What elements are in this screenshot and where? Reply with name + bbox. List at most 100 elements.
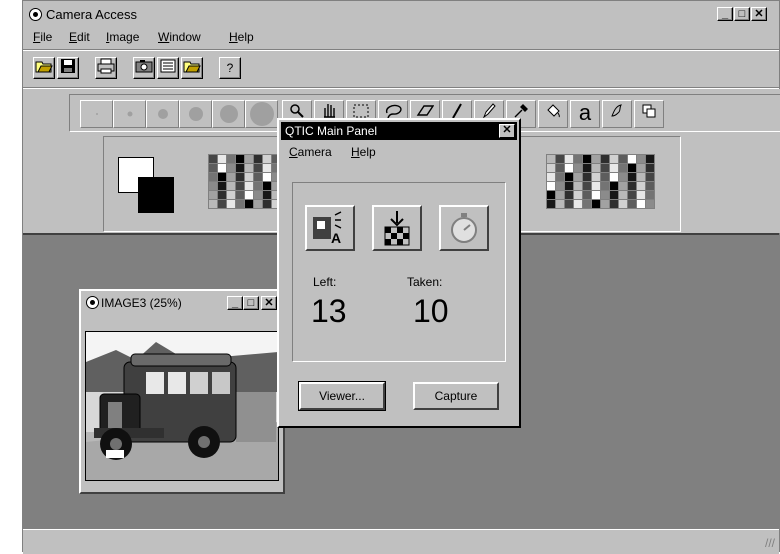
viewer-button[interactable]: Viewer... <box>298 381 386 411</box>
menu-file[interactable]: File <box>33 30 52 44</box>
camera-settings-button[interactable]: A <box>305 205 355 251</box>
palette-swatch[interactable] <box>254 200 262 208</box>
color-palette-grid-right[interactable] <box>546 154 655 209</box>
foreground-color-swatch[interactable] <box>138 177 174 213</box>
image3-window[interactable]: IMAGE3 (25%) _ □ ✕ <box>79 289 285 494</box>
palette-swatch[interactable] <box>574 164 582 172</box>
palette-swatch[interactable] <box>610 155 618 163</box>
clone-icon[interactable] <box>634 100 664 128</box>
palette-swatch[interactable] <box>227 182 235 190</box>
palette-swatch[interactable] <box>209 155 217 163</box>
palette-swatch[interactable] <box>610 191 618 199</box>
app-titlebar[interactable]: Camera Access _ □ ✕ <box>23 1 779 27</box>
palette-swatch[interactable] <box>209 173 217 181</box>
palette-swatch[interactable] <box>583 200 591 208</box>
palette-swatch[interactable] <box>574 155 582 163</box>
download-images-button[interactable] <box>372 205 422 251</box>
palette-swatch[interactable] <box>601 191 609 199</box>
palette-swatch[interactable] <box>583 173 591 181</box>
open-folder-icon[interactable] <box>181 57 203 79</box>
palette-swatch[interactable] <box>547 182 555 190</box>
palette-swatch[interactable] <box>637 191 645 199</box>
palette-swatch[interactable] <box>592 182 600 190</box>
palette-swatch[interactable] <box>574 173 582 181</box>
palette-swatch[interactable] <box>628 191 636 199</box>
palette-swatch[interactable] <box>565 200 573 208</box>
palette-swatch[interactable] <box>646 164 654 172</box>
palette-swatch[interactable] <box>619 164 627 172</box>
palette-swatch[interactable] <box>601 200 609 208</box>
palette-swatch[interactable] <box>245 164 253 172</box>
palette-swatch[interactable] <box>646 173 654 181</box>
palette-swatch[interactable] <box>556 173 564 181</box>
palette-swatch[interactable] <box>637 155 645 163</box>
palette-swatch[interactable] <box>565 182 573 190</box>
palette-swatch[interactable] <box>263 164 271 172</box>
palette-swatch[interactable] <box>592 200 600 208</box>
palette-swatch[interactable] <box>556 182 564 190</box>
palette-swatch[interactable] <box>547 173 555 181</box>
palette-swatch[interactable] <box>263 173 271 181</box>
palette-swatch[interactable] <box>628 155 636 163</box>
palette-swatch[interactable] <box>610 200 618 208</box>
palette-swatch[interactable] <box>218 191 226 199</box>
open-icon[interactable] <box>33 57 55 79</box>
palette-swatch[interactable] <box>254 173 262 181</box>
save-icon[interactable] <box>57 57 79 79</box>
text-tool-icon[interactable]: a <box>570 100 600 128</box>
dialog-titlebar[interactable]: QTIC Main Panel ✕ <box>281 122 517 140</box>
palette-swatch[interactable] <box>556 200 564 208</box>
palette-swatch[interactable] <box>254 191 262 199</box>
palette-swatch[interactable] <box>601 155 609 163</box>
palette-swatch[interactable] <box>254 182 262 190</box>
palette-swatch[interactable] <box>628 182 636 190</box>
palette-swatch[interactable] <box>245 182 253 190</box>
menu-window[interactable]: Window <box>158 30 201 44</box>
capture-button[interactable]: Capture <box>413 382 499 410</box>
palette-swatch[interactable] <box>209 164 217 172</box>
palette-swatch[interactable] <box>628 173 636 181</box>
palette-swatch[interactable] <box>218 164 226 172</box>
palette-swatch[interactable] <box>565 164 573 172</box>
brush-size-5[interactable] <box>212 100 245 128</box>
palette-swatch[interactable] <box>583 155 591 163</box>
palette-swatch[interactable] <box>574 182 582 190</box>
palette-swatch[interactable] <box>592 173 600 181</box>
palette-swatch[interactable] <box>547 155 555 163</box>
palette-swatch[interactable] <box>565 191 573 199</box>
brush-size-3[interactable] <box>146 100 179 128</box>
palette-swatch[interactable] <box>263 191 271 199</box>
palette-swatch[interactable] <box>592 164 600 172</box>
palette-swatch[interactable] <box>619 173 627 181</box>
palette-swatch[interactable] <box>218 155 226 163</box>
dialog-menu-camera[interactable]: Camera <box>289 145 332 159</box>
scanner-icon[interactable] <box>157 57 179 79</box>
palette-swatch[interactable] <box>556 155 564 163</box>
palette-swatch[interactable] <box>254 164 262 172</box>
palette-swatch[interactable] <box>610 182 618 190</box>
palette-swatch[interactable] <box>209 200 217 208</box>
palette-swatch[interactable] <box>646 200 654 208</box>
brush-size-2[interactable] <box>113 100 146 128</box>
palette-swatch[interactable] <box>227 155 235 163</box>
palette-swatch[interactable] <box>227 191 235 199</box>
minimize-icon[interactable]: _ <box>717 7 733 21</box>
palette-swatch[interactable] <box>218 200 226 208</box>
palette-swatch[interactable] <box>646 191 654 199</box>
maximize-icon[interactable]: □ <box>243 296 259 310</box>
palette-swatch[interactable] <box>236 182 244 190</box>
resize-grip-icon[interactable]: /// <box>765 536 775 550</box>
palette-swatch[interactable] <box>263 155 271 163</box>
smudge-icon[interactable] <box>602 100 632 128</box>
qtic-main-panel-dialog[interactable]: QTIC Main Panel ✕ Camera Help A Left: 13… <box>277 118 521 428</box>
palette-swatch[interactable] <box>227 164 235 172</box>
palette-swatch[interactable] <box>227 173 235 181</box>
palette-swatch[interactable] <box>628 200 636 208</box>
minimize-icon[interactable]: _ <box>227 296 243 310</box>
palette-swatch[interactable] <box>619 155 627 163</box>
palette-swatch[interactable] <box>637 200 645 208</box>
menu-edit[interactable]: Edit <box>69 30 90 44</box>
brush-size-4[interactable] <box>179 100 212 128</box>
image-window-titlebar[interactable]: IMAGE3 (25%) _ □ ✕ <box>81 291 283 315</box>
palette-swatch[interactable] <box>236 173 244 181</box>
